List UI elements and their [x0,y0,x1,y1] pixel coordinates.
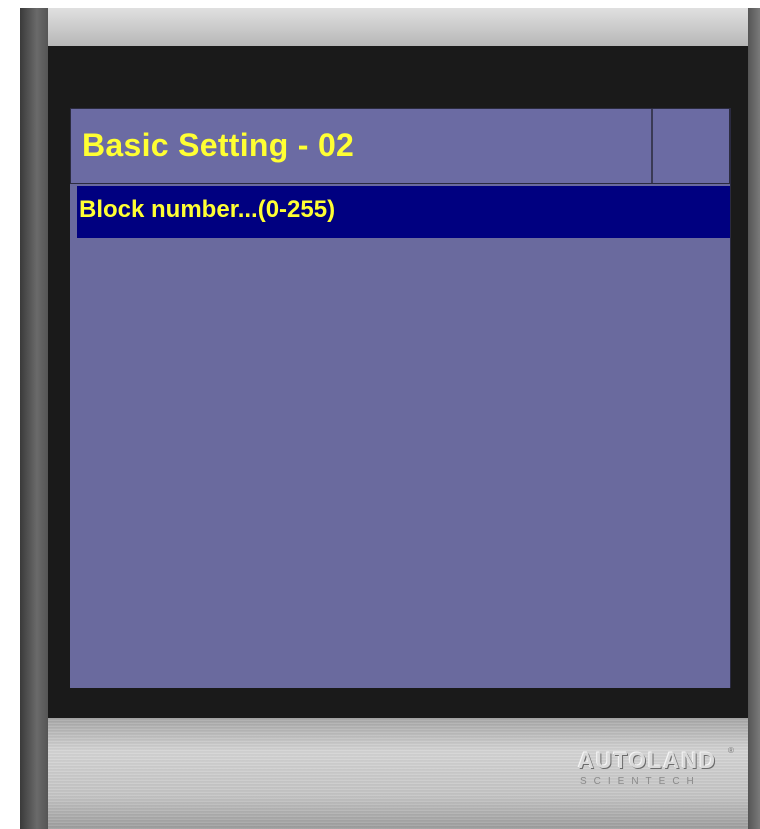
registered-mark: ® [728,746,734,755]
brand-name: AUTOLAND [578,748,718,773]
device-left-edge [20,8,48,829]
screen-bezel: Basic Setting - 02 Block number...(0-255… [48,46,748,718]
screen-lower-bezel [48,688,748,718]
brand-logo: AUTOLAND SCIENTECH ® [578,746,738,798]
scanner-device: Basic Setting - 02 Block number...(0-255… [20,8,760,829]
device-right-edge [748,8,760,829]
page-title: Basic Setting - 02 [82,127,355,163]
title-separator [651,109,653,183]
list-item-block-number[interactable]: Block number...(0-255) [77,186,730,238]
brand-subtitle: SCIENTECH [580,776,701,787]
list-item-label: Block number...(0-255) [79,196,336,223]
menu-list: Block number...(0-255) [70,186,730,238]
device-top-panel [48,8,748,46]
lcd-screen: Basic Setting - 02 Block number...(0-255… [70,108,731,690]
device-bottom-panel: AUTOLAND SCIENTECH ® [48,718,748,829]
title-bar: Basic Setting - 02 [70,108,730,184]
